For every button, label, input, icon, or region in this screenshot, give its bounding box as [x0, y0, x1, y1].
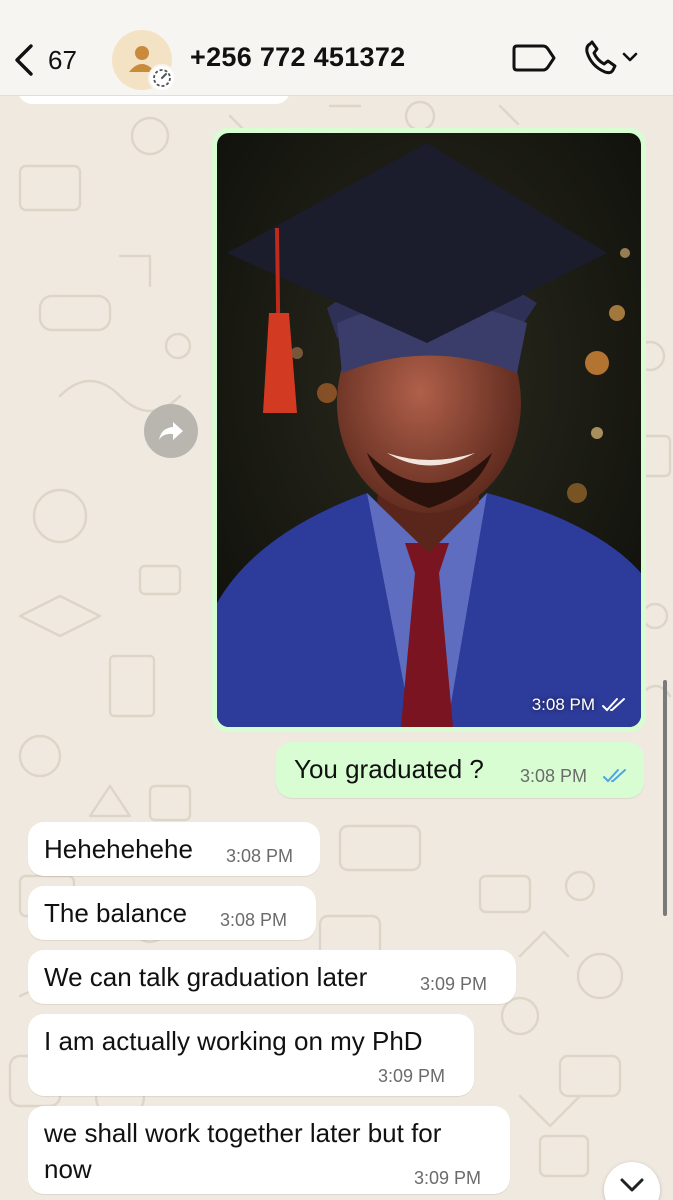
phone-icon: [585, 40, 638, 75]
image-time: 3:08 PM: [531, 695, 595, 714]
image-timestamp: 3:08 PM: [532, 695, 627, 715]
message-bubble-incoming[interactable]: We can talk graduation later 3:09 PM: [28, 950, 516, 1004]
message-bubble-incoming[interactable]: we shall work together later but for now…: [28, 1106, 510, 1194]
message-text: The balance: [44, 898, 188, 928]
contact-name[interactable]: +256 772 451372: [190, 42, 405, 73]
video-call-button[interactable]: [512, 40, 558, 76]
read-ticks-icon: [603, 769, 626, 783]
message-time: 3:09 PM: [378, 1066, 446, 1086]
image-message-bubble[interactable]: 3:08 PM: [212, 128, 646, 732]
message-text: You graduated ?: [294, 754, 484, 784]
message-bubble-outgoing[interactable]: You graduated ? 3:08 PM: [276, 742, 644, 798]
message-bubble-incoming[interactable]: Hehehehehe 3:08 PM: [28, 822, 320, 876]
message-time: 3:08 PM: [226, 846, 294, 866]
photo-image: [217, 133, 641, 727]
graduation-photo[interactable]: 3:08 PM: [217, 133, 641, 727]
forward-button[interactable]: [144, 404, 198, 458]
chat-header: 67 +256 772 451372: [0, 0, 673, 96]
message-time: 3:09 PM: [414, 1168, 482, 1188]
message-text: Hehehehehe: [44, 834, 193, 864]
message-text: I am actually working on my PhD: [44, 1026, 423, 1056]
scrollbar[interactable]: [663, 680, 667, 916]
forward-arrow-icon: [159, 422, 183, 440]
timer-icon: [153, 69, 171, 87]
message-text: We can talk graduation later: [44, 962, 368, 992]
video-call-icon: [512, 44, 556, 72]
message-bubble-incoming[interactable]: I am actually working on my PhD 3:09 PM: [28, 1014, 474, 1096]
message-time: 3:08 PM: [520, 766, 588, 786]
read-ticks-icon: [602, 698, 625, 712]
unread-count: 67: [48, 44, 77, 75]
message-bubble-incoming[interactable]: The balance 3:08 PM: [28, 886, 316, 940]
chevron-left-icon: [15, 44, 33, 76]
voice-call-button[interactable]: [582, 38, 642, 78]
scroll-to-bottom-button[interactable]: [604, 1162, 660, 1200]
chevron-down-icon: [620, 1178, 644, 1192]
message-text-line1: we shall work together later but for: [44, 1118, 442, 1148]
chevron-down-icon: [622, 52, 638, 62]
back-button[interactable]: 67: [12, 38, 92, 82]
message-time: 3:08 PM: [220, 910, 288, 930]
message-text-line2: now: [44, 1154, 92, 1184]
disappearing-timer-badge: [148, 64, 176, 92]
message-time: 3:09 PM: [420, 974, 488, 994]
